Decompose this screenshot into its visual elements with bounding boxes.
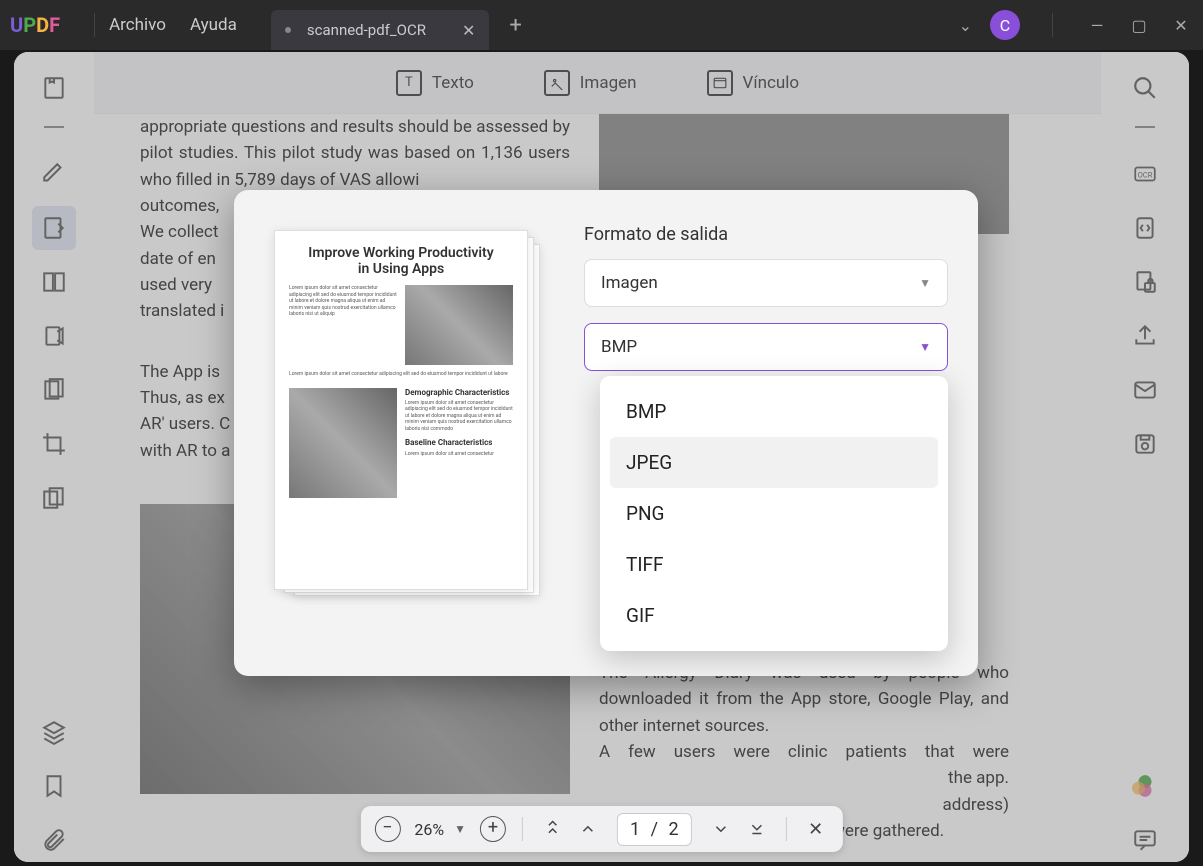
zoom-in-button[interactable]: +	[478, 814, 508, 844]
doc-text: the app.	[599, 765, 1009, 791]
comment-icon[interactable]	[1123, 818, 1167, 862]
preview-text: Demographic Characteristics Lorem ipsum …	[405, 388, 513, 498]
ai-icon[interactable]	[1123, 764, 1167, 808]
image-format-select[interactable]: BMP ▼	[584, 323, 948, 371]
search-icon[interactable]	[1123, 66, 1167, 110]
sidebar-copy-pages[interactable]	[32, 476, 76, 520]
output-format-label: Formato de salida	[584, 224, 948, 245]
sidebar-pages[interactable]	[32, 368, 76, 412]
close-bar-button[interactable]: ✕	[801, 814, 831, 844]
sidebar-clipboard[interactable]	[32, 314, 76, 358]
select-value: Imagen	[601, 273, 658, 293]
svg-text:OCR: OCR	[1138, 170, 1153, 179]
preview-title: Improve Working Productivity	[289, 245, 513, 261]
app-logo: UPDF	[10, 13, 60, 37]
sidebar-highlighter[interactable]	[32, 152, 76, 196]
separator	[786, 817, 787, 841]
first-page-button[interactable]	[537, 814, 567, 844]
sidebar-reader[interactable]	[32, 260, 76, 304]
window-minimize-icon[interactable]: —	[1085, 16, 1109, 35]
edit-text-button[interactable]: T Texto	[396, 70, 474, 96]
separator	[94, 13, 95, 37]
zoom-page-bar: − 26% ▼ + 1 / 2 ✕	[360, 806, 842, 852]
sync-icon[interactable]	[1123, 206, 1167, 250]
dropdown-option-bmp[interactable]: BMP	[610, 386, 938, 437]
ocr-icon[interactable]: OCR	[1123, 152, 1167, 196]
sidebar-collapse-icon[interactable]	[1135, 126, 1155, 128]
sidebar-collapse-icon[interactable]	[44, 126, 64, 128]
edit-link-button[interactable]: Vínculo	[707, 70, 800, 96]
dropdown-option-tiff[interactable]: TIFF	[610, 539, 938, 590]
tab-close-icon[interactable]: ✕	[462, 21, 475, 40]
link-icon	[707, 70, 733, 96]
sidebar-crop[interactable]	[32, 422, 76, 466]
window-maximize-icon[interactable]: ▢	[1127, 16, 1151, 35]
chevron-down-icon: ▼	[454, 822, 466, 836]
format-dropdown: BMP JPEG PNG TIFF GIF	[600, 376, 948, 651]
page-indicator[interactable]: 1 / 2	[617, 813, 692, 846]
next-page-button[interactable]	[706, 814, 736, 844]
left-sidebar	[14, 52, 94, 862]
zoom-out-button[interactable]: −	[372, 814, 402, 844]
share-icon[interactable]	[1123, 314, 1167, 358]
doc-text: A few users were clinic patients that we…	[599, 739, 1009, 765]
preview-text: Lorem ipsum dolor sit amet consectetur a…	[289, 371, 513, 378]
window-close-icon[interactable]: ✕	[1169, 16, 1193, 35]
mail-icon[interactable]	[1123, 368, 1167, 412]
user-avatar[interactable]: C	[990, 10, 1020, 40]
preview-page-front: Improve Working Productivity in Using Ap…	[274, 230, 528, 590]
edit-image-button[interactable]: Imagen	[544, 70, 637, 96]
dropdown-option-jpeg[interactable]: JPEG	[610, 437, 938, 488]
zoom-level[interactable]: 26% ▼	[414, 820, 466, 839]
tab-title: scanned-pdf_OCR	[307, 21, 426, 39]
image-icon	[544, 70, 570, 96]
sidebar-thumbnails[interactable]	[32, 66, 76, 110]
dialog-preview: Improve Working Productivity in Using Ap…	[274, 220, 554, 646]
text-icon: T	[396, 70, 422, 96]
preview-image	[405, 285, 513, 365]
right-sidebar: OCR	[1101, 52, 1189, 862]
preview-text: Lorem ipsum dolor sit amet consectetur a…	[289, 285, 397, 365]
document-tab[interactable]: scanned-pdf_OCR ✕	[271, 10, 489, 50]
sidebar-layers[interactable]	[32, 710, 76, 754]
preview-image	[289, 388, 397, 498]
tab-favicon	[285, 27, 291, 33]
separator	[522, 817, 523, 841]
prev-page-button[interactable]	[573, 814, 603, 844]
select-value: BMP	[601, 337, 637, 357]
dropdown-option-gif[interactable]: GIF	[610, 590, 938, 641]
tabs-dropdown-icon[interactable]: ⌄	[959, 16, 972, 35]
menu-help[interactable]: Ayuda	[190, 15, 237, 35]
format-type-select[interactable]: Imagen ▼	[584, 259, 948, 307]
sidebar-attachment[interactable]	[32, 818, 76, 862]
edit-toolbar: T Texto Imagen Vínculo	[94, 52, 1101, 114]
dropdown-option-png[interactable]: PNG	[610, 488, 938, 539]
chevron-down-icon: ▼	[919, 276, 931, 290]
last-page-button[interactable]	[742, 814, 772, 844]
doc-text: appropriate questions and results should…	[140, 114, 570, 193]
new-tab-button[interactable]: +	[509, 13, 521, 38]
titlebar: UPDF Archivo Ayuda scanned-pdf_OCR ✕ + ⌄…	[0, 0, 1203, 50]
menu-file[interactable]: Archivo	[109, 15, 166, 35]
chevron-down-icon: ▼	[919, 340, 931, 354]
save-icon[interactable]	[1123, 422, 1167, 466]
sidebar-bookmark[interactable]	[32, 764, 76, 808]
separator	[1052, 13, 1053, 37]
protect-icon[interactable]	[1123, 260, 1167, 304]
sidebar-edit[interactable]	[32, 206, 76, 250]
preview-title: in Using Apps	[289, 261, 513, 277]
